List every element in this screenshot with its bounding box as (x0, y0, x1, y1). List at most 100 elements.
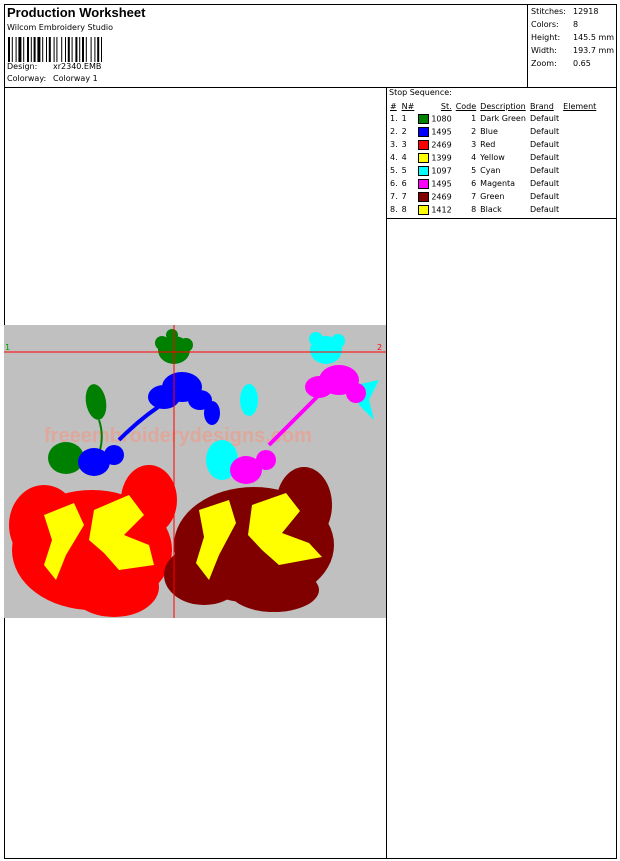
row-num: 8. (390, 205, 398, 214)
row-num: 6. (390, 179, 398, 188)
stat-label: Width: (531, 46, 557, 55)
row-brand: Default (529, 179, 560, 188)
row-code: 4 (471, 153, 477, 162)
row-num: 4. (390, 153, 398, 162)
design-row: Design: xr2340.EMB (7, 62, 101, 71)
stop-row: 7. 7 2469 7 Green Default (388, 190, 598, 203)
row-description: Blue (480, 127, 498, 136)
row-num: 3. (390, 140, 398, 149)
color-swatch (418, 126, 430, 137)
row-n: 6 (401, 179, 407, 188)
row-stitches: 1399 (416, 151, 453, 164)
stat-label: Zoom: (531, 59, 557, 68)
row-num: 7. (390, 192, 398, 201)
stitch-count: 2469 (431, 192, 452, 201)
header-info: Production Worksheet Wilcom Embroidery S… (4, 4, 528, 87)
stop-row: 8. 8 1412 8 Black Default (388, 203, 598, 216)
stitch-count: 1399 (431, 153, 452, 162)
design-stats: Stitches: 12918 Colors: 8 Height: 145.5 mm … (531, 5, 614, 70)
stat-value: 12918 (573, 7, 599, 16)
color-swatch (418, 178, 430, 189)
row-n: 7 (401, 192, 407, 201)
row-stitches: 2469 (416, 190, 453, 203)
color-swatch (418, 152, 430, 163)
stat-label: Stitches: (531, 7, 566, 16)
stat-value: 8 (573, 20, 579, 29)
colorway-label: Colorway: (7, 74, 47, 83)
stat-label: Height: (531, 33, 561, 42)
stat-colors: Colors: 8 (531, 18, 614, 31)
stop-row: 5. 5 1097 5 Cyan Default (388, 164, 598, 177)
colorway-row: Colorway: Colorway 1 (7, 74, 98, 83)
row-element (561, 151, 598, 164)
col-num: # (390, 101, 397, 111)
row-brand: Default (529, 192, 560, 201)
row-code: 6 (471, 179, 477, 188)
row-description: Dark Green (480, 114, 526, 123)
row-brand: Default (529, 140, 560, 149)
stat-value: 0.65 (573, 59, 591, 68)
row-stitches: 1495 (416, 177, 453, 190)
row-element (561, 112, 598, 125)
row-stitches: 1097 (416, 164, 453, 177)
row-n: 4 (401, 153, 407, 162)
stat-value: 193.7 mm (573, 46, 615, 55)
color-swatch (418, 165, 430, 176)
stat-stitches: Stitches: 12918 (531, 5, 614, 18)
row-brand: Default (529, 114, 560, 123)
stitch-count: 1495 (431, 127, 452, 136)
color-swatch (418, 139, 430, 150)
row-description: Cyan (480, 166, 501, 175)
row-brand: Default (529, 127, 560, 136)
row-brand: Default (529, 205, 560, 214)
table-header-row: # N# St. Code Description Brand Element (388, 100, 598, 112)
row-num: 2. (390, 127, 398, 136)
stat-label: Colors: (531, 20, 559, 29)
stitch-count: 1412 (431, 205, 452, 214)
color-swatch (418, 113, 430, 124)
stop-row: 6. 6 1495 6 Magenta Default (388, 177, 598, 190)
row-stitches: 1495 (416, 125, 453, 138)
stat-value: 145.5 mm (573, 33, 615, 42)
page-title: Production Worksheet (7, 5, 146, 20)
start-marker: 1 (5, 343, 10, 352)
stop-row: 1. 1 1080 1 Dark Green Default (388, 112, 598, 125)
row-code: 8 (471, 205, 477, 214)
end-marker: 2 (377, 343, 382, 352)
stitch-count: 1080 (431, 114, 452, 123)
worksheet-header: Production Worksheet Wilcom Embroidery S… (4, 4, 617, 88)
stop-row: 2. 2 1495 2 Blue Default (388, 125, 598, 138)
row-stitches: 1080 (416, 112, 453, 125)
col-code: Code (455, 101, 477, 111)
row-n: 2 (401, 127, 407, 136)
row-element (561, 177, 598, 190)
stat-zoom: Zoom: 0.65 (531, 57, 614, 70)
row-n: 3 (401, 140, 407, 149)
col-brand: Brand (529, 101, 554, 111)
col-description: Description (480, 101, 526, 111)
row-description: Magenta (480, 179, 516, 188)
row-brand: Default (529, 166, 560, 175)
stop-row: 4. 4 1399 4 Yellow Default (388, 151, 598, 164)
row-description: Black (480, 205, 502, 214)
stitch-count: 2469 (431, 140, 452, 149)
row-stitches: 2469 (416, 138, 453, 151)
row-num: 1. (390, 114, 398, 123)
design-label: Design: (7, 62, 38, 71)
row-code: 5 (471, 166, 477, 175)
barcode (8, 37, 102, 62)
row-element (561, 203, 598, 216)
row-brand: Default (529, 153, 560, 162)
color-swatch (418, 191, 430, 202)
row-description: Red (480, 140, 496, 149)
row-n: 8 (401, 205, 407, 214)
stat-width: Width: 193.7 mm (531, 44, 614, 57)
row-description: Yellow (480, 153, 505, 162)
row-n: 1 (401, 114, 407, 123)
stop-sequence-title: Stop Sequence: (389, 88, 452, 97)
stop-sequence-panel: Stop Sequence: # N# St. Code Description… (387, 88, 617, 219)
row-n: 5 (401, 166, 407, 175)
stat-height: Height: 145.5 mm (531, 31, 614, 44)
stop-sequence-table: # N# St. Code Description Brand Element … (388, 100, 598, 216)
software-name: Wilcom Embroidery Studio (7, 23, 114, 32)
